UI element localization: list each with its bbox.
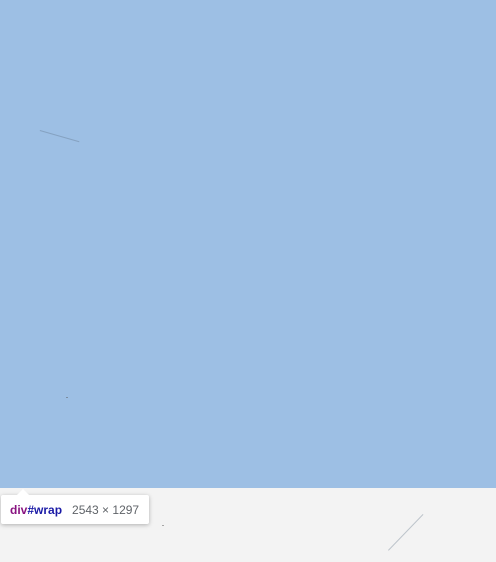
devtools-inspect-overlay: div #wrap 2543 × 1297	[0, 0, 496, 562]
tooltip-element-id: #wrap	[27, 502, 63, 517]
tooltip-tag-name: div	[10, 502, 28, 517]
tooltip-arrow	[17, 489, 29, 495]
stray-dot-mark	[162, 525, 164, 526]
stray-line-mark	[39, 130, 80, 143]
tooltip-dimensions: 2543 × 1297	[72, 502, 140, 517]
stray-dot-mark	[66, 397, 68, 398]
element-highlight-overlay[interactable]	[0, 0, 496, 488]
element-info-tooltip: div #wrap 2543 × 1297	[1, 489, 150, 524]
stray-line-mark	[388, 514, 424, 551]
